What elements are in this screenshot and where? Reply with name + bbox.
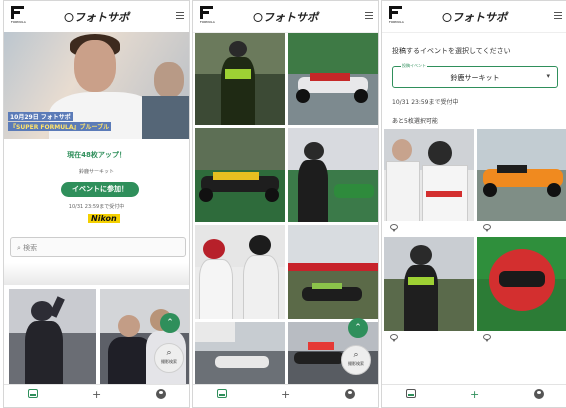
photo-thumbnail[interactable]	[100, 289, 189, 387]
photo-thumbnail[interactable]	[288, 33, 378, 125]
app-title: フォトサポ	[442, 9, 507, 25]
comment-icon[interactable]	[390, 224, 398, 232]
app-header: FORMULA フォトサポ	[193, 1, 378, 33]
photo-thumbnail[interactable]	[288, 128, 378, 222]
formula-logo[interactable]: FORMULA	[11, 6, 26, 24]
photo-thumbnail[interactable]	[195, 225, 285, 319]
photo-search-button[interactable]: ⌕ 撮影検索	[341, 345, 371, 375]
comment-icon[interactable]	[483, 334, 491, 342]
formula-logo[interactable]: FORMULA	[200, 6, 215, 24]
join-event-button[interactable]: イベントに参加！	[61, 182, 139, 197]
image-icon	[406, 389, 416, 398]
comment-icon[interactable]	[390, 334, 398, 342]
app-title: フォトサポ	[253, 9, 318, 25]
sponsor-logo: Nikon	[88, 214, 120, 223]
photo-thumbnail[interactable]	[9, 289, 96, 387]
field-label: 投稿イベント	[401, 63, 427, 69]
photo-thumbnail[interactable]	[195, 128, 285, 222]
banner-caption: 『SUPER FORMULA』ブルーブル	[8, 122, 112, 131]
hamburger-menu-icon[interactable]	[365, 12, 373, 21]
nav-gallery[interactable]	[406, 389, 416, 401]
phone-screen-home: FORMULA フォトサポ 10月29日 フォトサポ 『SUPER FORMUL…	[3, 0, 190, 408]
search-icon: ⌕	[17, 244, 21, 252]
nav-account[interactable]	[345, 389, 355, 402]
bottom-nav: +	[4, 384, 189, 407]
caret-down-icon: ▾	[546, 72, 550, 80]
search-placeholder: 検索	[23, 244, 38, 252]
photo-thumbnail[interactable]	[477, 237, 566, 331]
scroll-top-button[interactable]: ⌃	[160, 313, 180, 333]
chevron-up-icon: ⌃	[166, 318, 174, 328]
photo-thumbnail[interactable]	[384, 237, 474, 331]
photo-search-button[interactable]: ⌕ 撮影検索	[154, 343, 184, 373]
user-icon	[345, 389, 355, 399]
plus-icon: +	[281, 388, 291, 401]
chevron-up-icon: ⌃	[354, 323, 362, 333]
selected-event: 鈴鹿サーキット	[450, 74, 500, 82]
plus-icon: +	[470, 388, 480, 401]
remaining-count: あと5枚選択可能	[392, 118, 438, 125]
bottom-nav: +	[193, 384, 378, 407]
search-icon: ⌕	[166, 348, 172, 358]
nav-add[interactable]: +	[92, 389, 101, 401]
photo-thumbnail[interactable]	[195, 322, 285, 386]
phone-screen-gallery: FORMULA フォトサポ ⌃ ⌕ 撮影検索 +	[192, 0, 379, 408]
app-header: FORMULA フォトサポ	[4, 1, 189, 33]
banner-caption: 10月29日 フォトサポ	[8, 112, 73, 121]
select-event-prompt: 投稿するイベントを選択してください	[392, 47, 511, 55]
app-title: フォトサポ	[64, 9, 129, 25]
circuit-name: 鈴鹿サーキット	[78, 169, 114, 175]
search-input[interactable]: ⌕ 検索	[10, 237, 186, 257]
deadline-text: 10/31 23:59まで受付中	[392, 99, 459, 106]
event-banner-image[interactable]: 10月29日 フォトサポ 『SUPER FORMULA』ブルーブル	[4, 32, 189, 139]
event-select[interactable]: 投稿イベント 鈴鹿サーキット ▾	[392, 63, 558, 88]
photo-thumbnail[interactable]	[477, 129, 566, 221]
image-icon	[28, 389, 38, 398]
user-icon	[156, 389, 166, 399]
app-header: FORMULA フォトサポ	[382, 1, 566, 33]
deadline-text: 10/31 23:59まで受付中	[68, 204, 125, 210]
plus-icon: +	[92, 388, 102, 401]
search-icon: ⌕	[353, 350, 359, 360]
hamburger-menu-icon[interactable]	[176, 12, 184, 21]
nav-add[interactable]: +	[470, 389, 479, 401]
formula-logo[interactable]: FORMULA	[389, 6, 404, 24]
photo-thumbnail[interactable]	[288, 225, 378, 319]
nav-add[interactable]: +	[281, 389, 290, 401]
hamburger-menu-icon[interactable]	[554, 12, 562, 21]
phone-screen-select-event: FORMULA フォトサポ 投稿するイベントを選択してください 投稿イベント 鈴…	[381, 0, 566, 408]
nav-gallery[interactable]	[217, 389, 227, 401]
bottom-nav: +	[382, 384, 566, 407]
nav-account[interactable]	[534, 389, 544, 402]
comment-icon[interactable]	[483, 224, 491, 232]
image-icon	[217, 389, 227, 398]
upload-count: 現在48枚アップ！	[67, 151, 126, 159]
nav-gallery[interactable]	[28, 389, 38, 401]
photo-thumbnail[interactable]	[384, 129, 474, 221]
nav-account[interactable]	[156, 389, 166, 402]
photo-thumbnail[interactable]	[195, 33, 285, 125]
scroll-top-button[interactable]: ⌃	[348, 318, 368, 338]
user-icon	[534, 389, 544, 399]
